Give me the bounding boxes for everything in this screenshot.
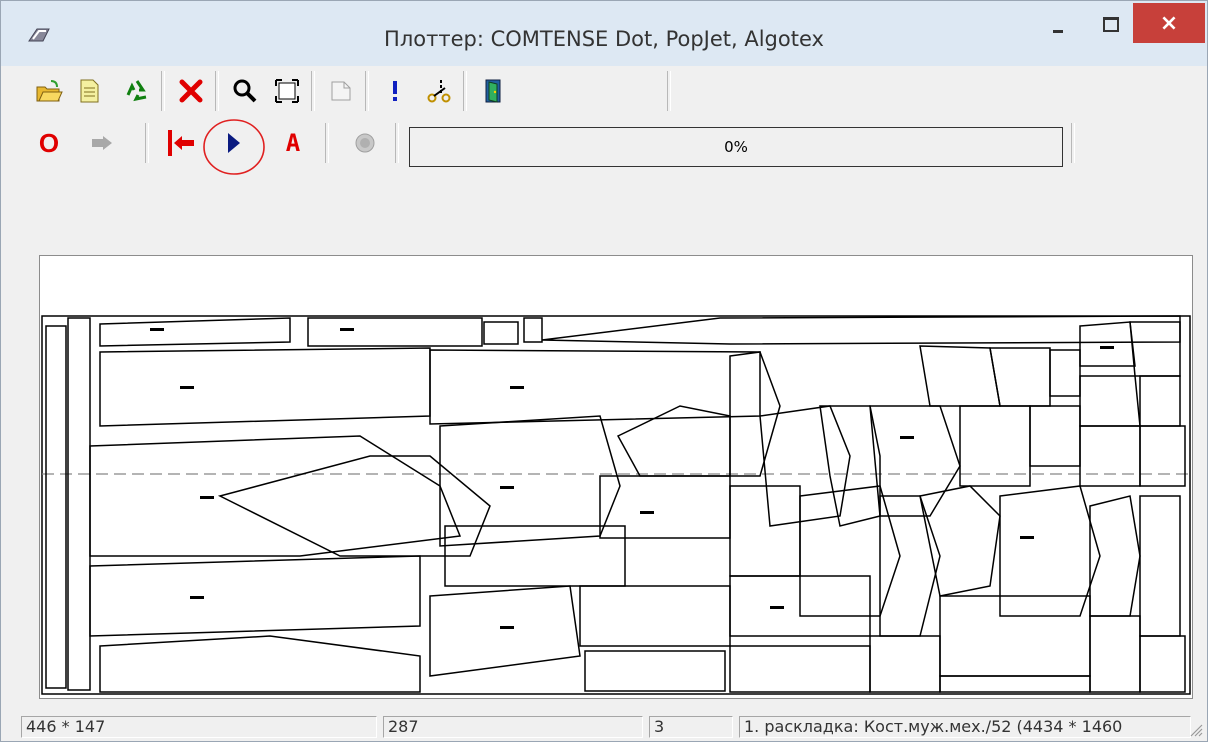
fit-page-button[interactable] bbox=[269, 73, 305, 109]
reset-button[interactable]: O bbox=[31, 125, 67, 161]
toolbar-separator bbox=[667, 71, 671, 111]
delete-icon bbox=[179, 79, 203, 103]
cut-scissors-icon bbox=[427, 80, 451, 103]
toolbar-separator bbox=[395, 123, 399, 163]
exit-button[interactable] bbox=[475, 73, 511, 109]
status-bar: 446 * 147 287 3 1. раскладка: Кост.муж.м… bbox=[21, 713, 1207, 739]
toolbar-separator bbox=[463, 71, 467, 111]
toolbar-separator bbox=[161, 71, 165, 111]
reset-o-icon: O bbox=[38, 127, 60, 158]
minimize-button[interactable] bbox=[1031, 3, 1087, 43]
forward-disabled-button bbox=[85, 125, 121, 161]
highlight-circle bbox=[203, 119, 265, 175]
delete-button[interactable] bbox=[173, 73, 209, 109]
plotter-window: Плоттер: COMTENSE Dot, PopJet, Algotex × bbox=[0, 0, 1208, 742]
toolbar-separator bbox=[365, 71, 369, 111]
progress-text: 0% bbox=[724, 138, 748, 156]
toolbar-separator bbox=[325, 123, 329, 163]
marker-layout-canvas[interactable] bbox=[39, 255, 1193, 699]
status-layout: 1. раскладка: Кост.муж.мех./52 (4434 * 1… bbox=[739, 716, 1191, 738]
go-to-start-button[interactable] bbox=[163, 125, 199, 161]
title-bar[interactable]: Плоттер: COMTENSE Dot, PopJet, Algotex × bbox=[1, 1, 1207, 66]
letter-a-icon: A bbox=[285, 129, 301, 157]
stop-disabled-icon bbox=[355, 133, 375, 153]
main-toolbar bbox=[21, 69, 1191, 113]
document-icon bbox=[80, 79, 99, 103]
forward-disabled-icon bbox=[92, 136, 112, 150]
warning-button[interactable] bbox=[377, 73, 413, 109]
toolbar-separator bbox=[145, 123, 149, 163]
toolbar-separator bbox=[311, 71, 315, 111]
document-button[interactable] bbox=[71, 73, 107, 109]
close-icon[interactable]: × bbox=[1133, 11, 1205, 36]
zoom-button[interactable] bbox=[227, 73, 263, 109]
exit-door-icon bbox=[485, 79, 501, 103]
open-file-icon bbox=[36, 80, 63, 102]
fit-page-icon bbox=[275, 79, 299, 103]
recycle-icon bbox=[126, 80, 147, 102]
progress-bar: 0% bbox=[409, 127, 1063, 167]
toolbar-separator bbox=[1071, 123, 1075, 163]
status-coords: 446 * 147 bbox=[21, 716, 377, 738]
status-count: 287 bbox=[383, 716, 643, 738]
recycle-button[interactable] bbox=[119, 73, 155, 109]
marker-drawing bbox=[41, 315, 1191, 695]
status-number: 3 bbox=[649, 716, 733, 738]
maximize-button[interactable] bbox=[1087, 3, 1133, 43]
open-file-button[interactable] bbox=[31, 73, 67, 109]
page-disabled-button bbox=[323, 73, 359, 109]
resize-grip-icon[interactable] bbox=[1189, 723, 1203, 737]
toolbar-separator bbox=[215, 71, 219, 111]
page-disabled-icon bbox=[331, 81, 351, 101]
go-to-start-icon bbox=[168, 130, 194, 156]
stop-disabled-button bbox=[347, 125, 383, 161]
letter-a-button[interactable]: A bbox=[275, 125, 311, 161]
window-title: Плоттер: COMTENSE Dot, PopJet, Algotex bbox=[384, 27, 824, 51]
cut-button[interactable] bbox=[421, 73, 457, 109]
close-button[interactable]: × bbox=[1133, 3, 1205, 43]
exclamation-icon bbox=[393, 81, 397, 101]
zoom-icon bbox=[233, 79, 257, 103]
